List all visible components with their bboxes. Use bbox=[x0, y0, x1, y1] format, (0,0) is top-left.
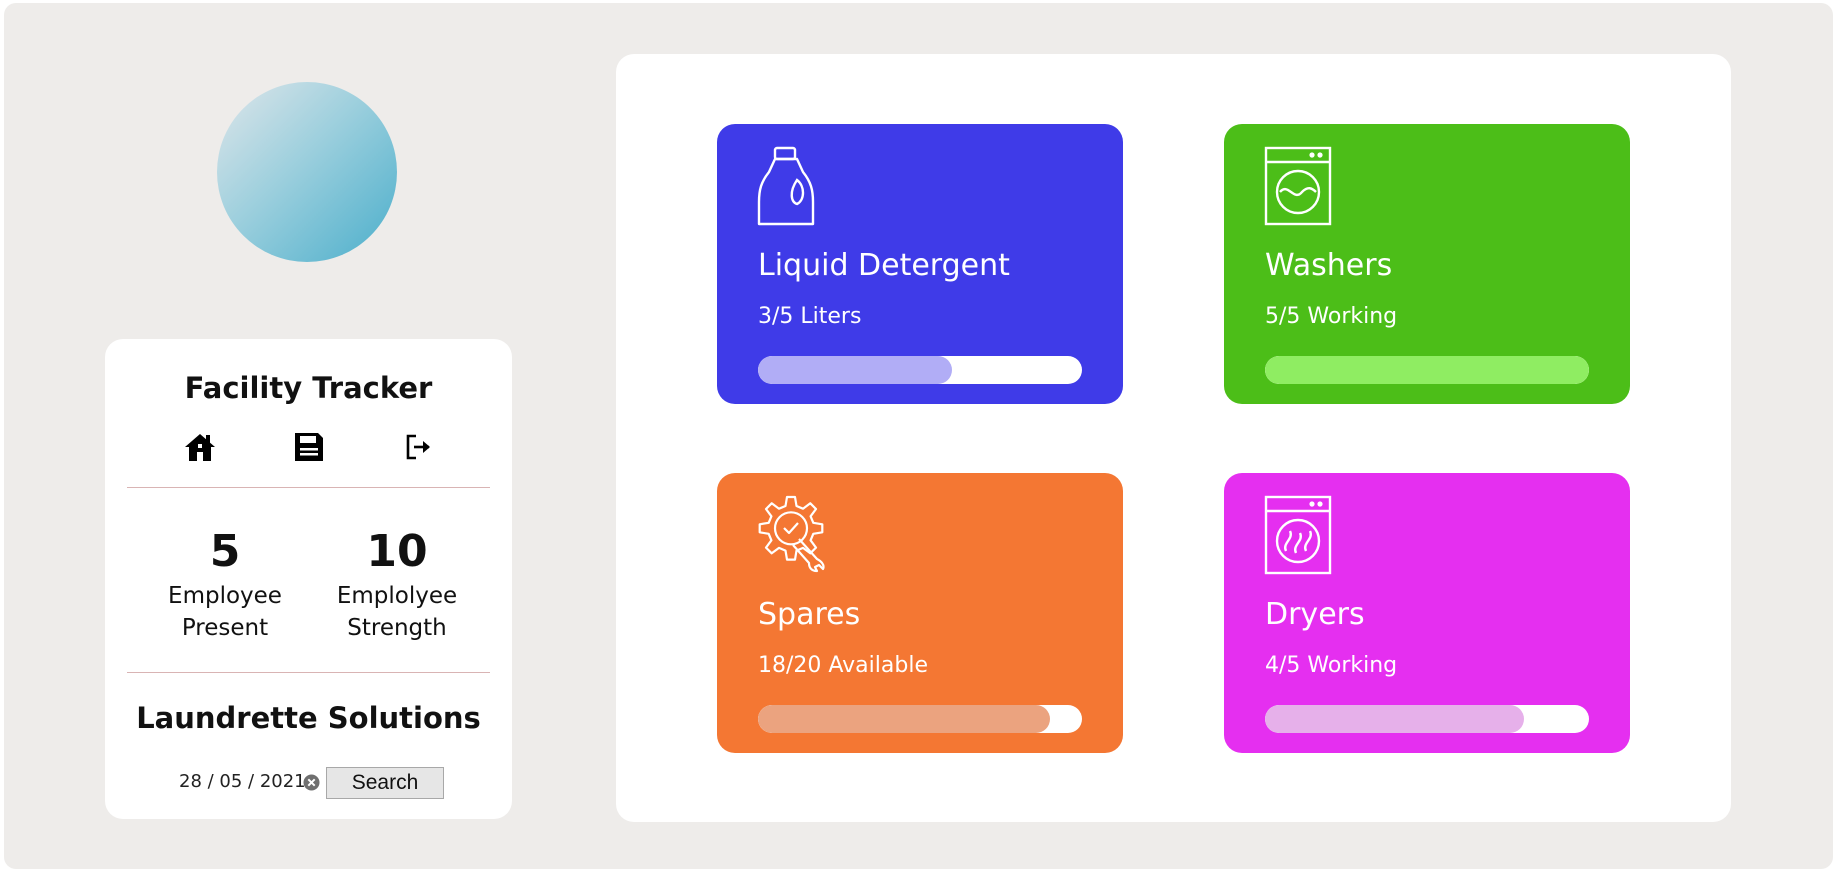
tile-title: Washers bbox=[1265, 248, 1393, 283]
progress-fill bbox=[1265, 705, 1525, 733]
date-input[interactable]: 28 / 05 / 2021 bbox=[179, 771, 306, 792]
tile-status: 5/5 Working bbox=[1265, 304, 1398, 329]
company-name: Laundrette Solutions bbox=[136, 701, 481, 735]
stat-value: 10 bbox=[366, 526, 428, 577]
progress-fill bbox=[758, 705, 1050, 733]
detergent-bottle-icon bbox=[753, 146, 833, 226]
progress-bar bbox=[758, 705, 1082, 733]
tile-status: 4/5 Working bbox=[1265, 653, 1398, 678]
progress-bar bbox=[1265, 705, 1589, 733]
save-icon[interactable] bbox=[291, 429, 327, 465]
gear-wrench-icon bbox=[753, 495, 833, 575]
date-search-row: 28 / 05 / 2021 Search bbox=[105, 767, 512, 801]
tile-washers[interactable]: Washers 5/5 Working bbox=[1224, 124, 1630, 404]
app-background: Facility Tracker 5 Employee Present 10 E… bbox=[4, 3, 1833, 869]
progress-bar bbox=[758, 356, 1082, 384]
tile-status: 3/5 Liters bbox=[758, 304, 862, 329]
progress-fill bbox=[758, 356, 953, 384]
stat-value: 5 bbox=[209, 526, 241, 577]
progress-bar bbox=[1265, 356, 1589, 384]
clear-date-icon[interactable] bbox=[303, 774, 320, 791]
tile-liquid-detergent[interactable]: Liquid Detergent 3/5 Liters bbox=[717, 124, 1123, 404]
washing-machine-icon bbox=[1260, 146, 1340, 226]
stat-employee-present: 5 Employee Present bbox=[140, 524, 310, 644]
divider bbox=[127, 672, 490, 673]
tile-dryers[interactable]: Dryers 4/5 Working bbox=[1224, 473, 1630, 753]
tile-title: Spares bbox=[758, 597, 861, 632]
divider bbox=[127, 487, 490, 488]
stat-employee-strength: 10 Emplolyee Strength bbox=[312, 524, 482, 644]
nav-icon-bar bbox=[105, 429, 512, 469]
search-button[interactable]: Search bbox=[326, 767, 444, 799]
main-panel: Liquid Detergent 3/5 Liters Washers 5/5 … bbox=[616, 54, 1731, 822]
stat-label: Employee Present bbox=[168, 583, 282, 641]
tile-title: Dryers bbox=[1265, 597, 1365, 632]
home-icon[interactable] bbox=[182, 429, 218, 465]
tile-status: 18/20 Available bbox=[758, 653, 928, 678]
sidebar-card: Facility Tracker 5 Employee Present 10 E… bbox=[105, 339, 512, 819]
stat-label: Emplolyee Strength bbox=[336, 583, 458, 641]
sidebar-title: Facility Tracker bbox=[184, 371, 433, 405]
tile-spares[interactable]: Spares 18/20 Available bbox=[717, 473, 1123, 753]
avatar bbox=[217, 82, 397, 262]
progress-fill bbox=[1265, 356, 1589, 384]
dryer-icon bbox=[1260, 495, 1340, 575]
tile-title: Liquid Detergent bbox=[758, 248, 1010, 283]
logout-icon[interactable] bbox=[400, 429, 436, 465]
